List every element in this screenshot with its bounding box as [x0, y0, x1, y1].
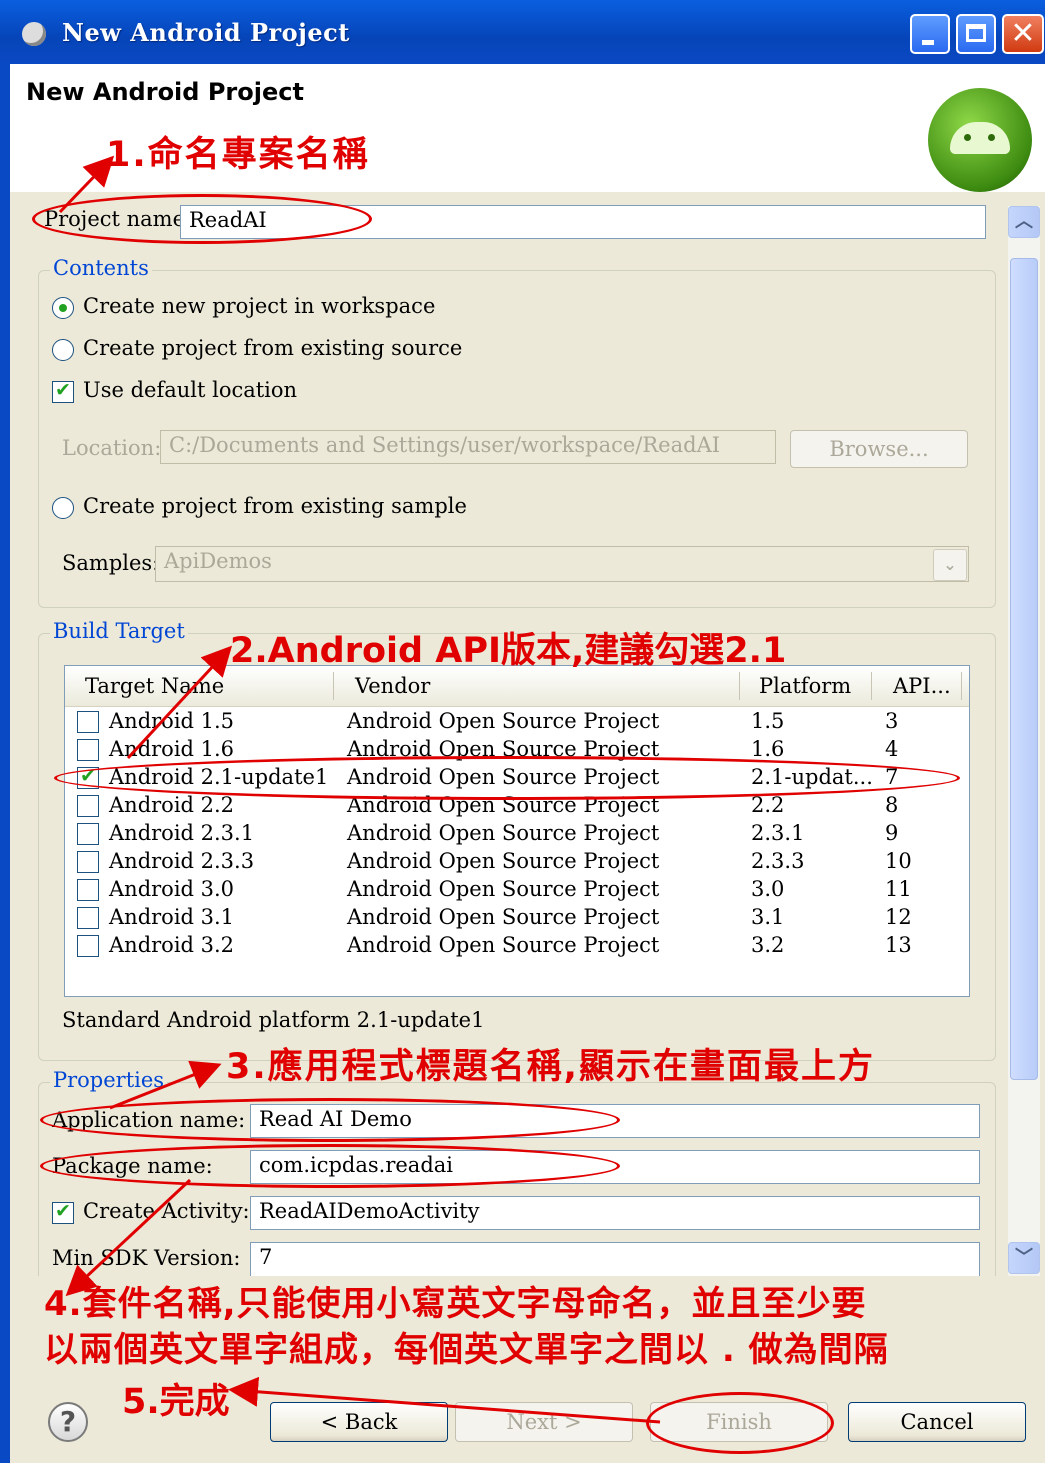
arrow-1 — [58, 155, 115, 214]
arrow-2 — [126, 645, 233, 760]
annotation-arrows — [58, 155, 661, 1424]
arrow-5 — [228, 1376, 661, 1424]
arrow-3 — [109, 1060, 222, 1110]
arrow-4 — [65, 1178, 192, 1297]
